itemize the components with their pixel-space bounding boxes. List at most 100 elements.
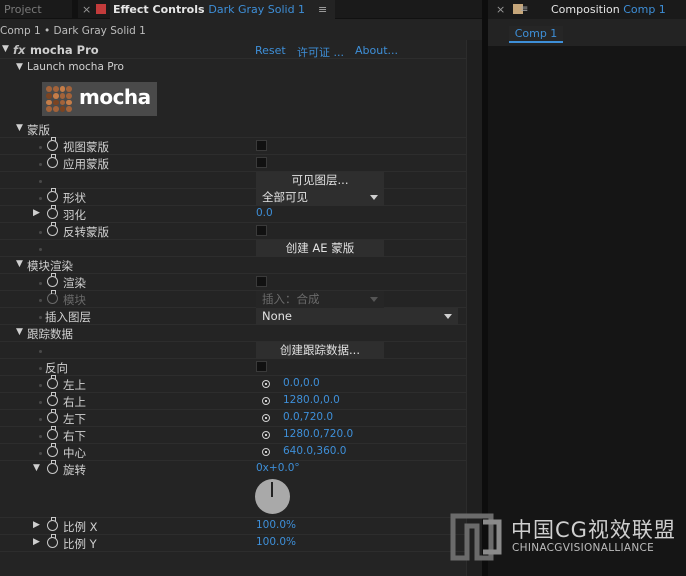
collapse-triangle-icon[interactable]: ▼ [16, 327, 23, 337]
section-module-render-label: 模块渲染 [27, 259, 73, 273]
reverse-checkbox[interactable] [256, 361, 267, 372]
stopwatch-icon[interactable] [47, 137, 58, 151]
insert-layer-row: 插入图层 None [0, 308, 466, 325]
stopwatch-icon[interactable] [47, 188, 58, 202]
fx-icon[interactable]: fx [13, 43, 25, 57]
license-link[interactable]: 许可证 ... [297, 44, 344, 60]
module-dropdown: 插入：合成 [256, 291, 384, 308]
visible-layers-button[interactable]: 可见图层... [256, 172, 384, 189]
collapse-triangle-icon[interactable]: ▼ [16, 123, 23, 133]
stopwatch-icon[interactable] [47, 154, 58, 168]
render-row: 渲染 [0, 273, 466, 291]
reverse-row: 反向 [0, 359, 466, 376]
view-matte-label: 视图蒙版 [63, 140, 109, 154]
feather-row: ▶ 羽化 0.0 [0, 205, 466, 223]
stopwatch-icon[interactable] [47, 534, 58, 548]
effect-name: mocha Pro [30, 43, 99, 57]
rotation-dial[interactable] [255, 479, 290, 514]
create-ae-mask-button[interactable]: 创建 AE 蒙版 [256, 240, 384, 257]
stopwatch-icon[interactable] [47, 517, 58, 531]
reset-link[interactable]: Reset [255, 44, 286, 57]
render-label: 渲染 [63, 276, 86, 290]
section-matte-label: 蒙版 [27, 123, 50, 137]
module-label: 模块 [63, 293, 86, 307]
section-track-data-row[interactable]: ▼ 跟踪数据 [0, 325, 466, 342]
create-track-row: 创建跟踪数据... [0, 342, 466, 359]
stopwatch-icon[interactable] [47, 443, 58, 457]
bottom-right-label: 右下 [63, 429, 86, 443]
tab-composition[interactable]: Composition Comp 1 [551, 0, 666, 19]
left-tab-bar: Project × Effect Controls Dark Gray Soli… [0, 0, 482, 19]
rotation-row: ▼ 旋转 0x+0.0° [0, 460, 466, 518]
bottom-right-value[interactable]: 1280.0,720.0 [283, 428, 353, 440]
bottom-left-value[interactable]: 0.0,720.0 [283, 411, 333, 423]
apply-matte-row: 应用蒙版 [0, 154, 466, 172]
top-left-label: 左上 [63, 378, 86, 392]
watermark: 中国CG视效联盟 CHINACGVISIONALLIANCE [447, 510, 686, 570]
stopwatch-icon[interactable] [47, 222, 58, 236]
panel-menu-icon[interactable]: ≡ [318, 0, 327, 19]
center-row: 中心 640.0,360.0 [0, 443, 466, 461]
rotation-value[interactable]: 0x+0.0° [256, 462, 300, 474]
scale-y-label: 比例 Y [63, 537, 97, 551]
render-checkbox[interactable] [256, 276, 267, 287]
create-track-data-button[interactable]: 创建跟踪数据... [256, 342, 384, 359]
watermark-english-text: CHINACGVISIONALLIANCE [512, 542, 655, 554]
expand-triangle-icon[interactable]: ▶ [33, 520, 40, 530]
stopwatch-icon[interactable] [47, 392, 58, 406]
collapse-triangle-icon[interactable]: ▼ [33, 463, 40, 473]
crosshair-icon[interactable] [261, 430, 271, 440]
composition-viewer[interactable] [488, 46, 686, 576]
label-color-swatch [96, 4, 106, 14]
collapse-triangle-icon[interactable]: ▼ [16, 259, 23, 269]
bottom-right-row: 右下 1280.0,720.0 [0, 426, 466, 444]
insert-layer-dropdown[interactable]: None [256, 308, 458, 325]
effect-header-row: ▼ fx mocha Pro Reset 许可证 ... About... [0, 42, 466, 59]
crosshair-icon[interactable] [261, 413, 271, 423]
scale-y-row: ▶ 比例 Y 100.0% [0, 534, 466, 552]
shape-row: 形状 全部可见 [0, 188, 466, 206]
stopwatch-icon[interactable] [47, 205, 58, 219]
feather-value[interactable]: 0.0 [256, 207, 273, 219]
view-matte-checkbox[interactable] [256, 140, 267, 151]
apply-matte-checkbox[interactable] [256, 157, 267, 168]
shape-dropdown[interactable]: 全部可见 [256, 189, 384, 206]
crosshair-icon[interactable] [261, 396, 271, 406]
panel-menu-icon[interactable]: ≡ [520, 0, 528, 19]
close-icon[interactable]: × [82, 0, 91, 19]
tab-effect-controls-label: Effect Controls [113, 3, 205, 16]
top-right-value[interactable]: 1280.0,0.0 [283, 394, 340, 406]
comp-navigator-chip[interactable]: Comp 1 [509, 26, 563, 43]
section-matte-row[interactable]: ▼ 蒙版 [0, 121, 466, 138]
stopwatch-icon[interactable] [47, 426, 58, 440]
watermark-logo-icon [450, 513, 502, 561]
mocha-launch-button[interactable]: mocha [42, 82, 157, 116]
tab-effect-controls[interactable]: Effect Controls Dark Gray Solid 1 [113, 0, 305, 19]
vertical-scrollbar[interactable] [466, 40, 482, 576]
scale-y-value[interactable]: 100.0% [256, 536, 296, 548]
center-value[interactable]: 640.0,360.0 [283, 445, 346, 457]
top-right-label: 右上 [63, 395, 86, 409]
top-left-value[interactable]: 0.0,0.0 [283, 377, 320, 389]
tab-effect-controls-layer: Dark Gray Solid 1 [208, 3, 306, 16]
about-link[interactable]: About... [355, 44, 398, 57]
collapse-triangle-icon[interactable]: ▼ [2, 44, 9, 54]
view-matte-row: 视图蒙版 [0, 137, 466, 155]
tab-project[interactable]: Project [4, 0, 42, 19]
stopwatch-icon[interactable] [47, 460, 58, 474]
stopwatch-icon[interactable] [47, 273, 58, 287]
stopwatch-icon[interactable] [47, 409, 58, 423]
shape-label: 形状 [63, 191, 86, 205]
top-left-row: 左上 0.0,0.0 [0, 375, 466, 393]
expand-triangle-icon[interactable]: ▶ [33, 537, 40, 547]
crosshair-icon[interactable] [261, 447, 271, 457]
collapse-triangle-icon[interactable]: ▼ [16, 62, 23, 72]
scale-x-value[interactable]: 100.0% [256, 519, 296, 531]
stopwatch-icon[interactable] [47, 375, 58, 389]
crosshair-icon[interactable] [261, 379, 271, 389]
section-module-render-row[interactable]: ▼ 模块渲染 [0, 257, 466, 274]
expand-triangle-icon[interactable]: ▶ [33, 208, 40, 218]
invert-matte-row: 反转蒙版 [0, 222, 466, 240]
invert-matte-checkbox[interactable] [256, 225, 267, 236]
close-icon[interactable]: × [496, 0, 505, 19]
